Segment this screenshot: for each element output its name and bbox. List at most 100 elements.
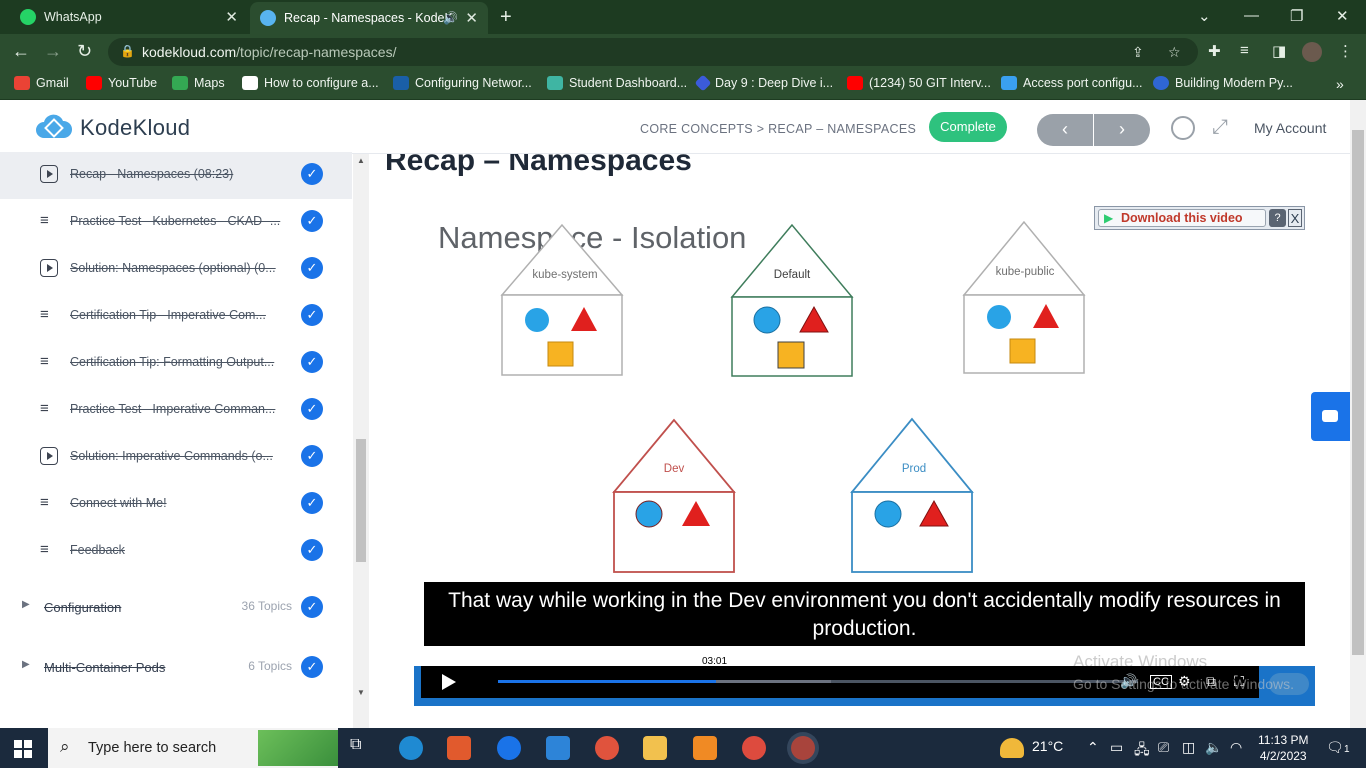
wifi-icon[interactable]: ◠ <box>1230 739 1242 756</box>
lesson-item[interactable]: ≡ Certification Tip: Formatting Output..… <box>0 340 352 387</box>
lesson-item[interactable]: ≡ Feedback ✓ <box>0 528 352 575</box>
minimize-icon[interactable]: — <box>1244 7 1259 24</box>
chrome-active-icon[interactable] <box>791 736 815 760</box>
media-control-icon[interactable]: ≡ <box>1240 42 1249 59</box>
back-icon[interactable]: ← <box>12 41 30 62</box>
close-icon[interactable]: ✕ <box>225 8 238 26</box>
speaker-icon[interactable]: 🔊 <box>443 11 458 25</box>
my-account-link[interactable]: My Account <box>1254 120 1326 136</box>
new-tab-icon[interactable]: + <box>500 6 512 29</box>
bookmark-star-icon[interactable]: ☆ <box>1168 44 1181 61</box>
lesson-item[interactable]: ≡ Practice Test - Kubernetes - CKAD -...… <box>0 199 352 246</box>
section-multi-container-pods[interactable]: ▶ Multi-Container Pods 6 Topics ✓ <box>0 647 352 687</box>
avatar[interactable] <box>1302 42 1322 62</box>
page-scroll-thumb[interactable] <box>1352 130 1364 655</box>
browser-tabbar: WhatsApp ✕ Recap - Namespaces - KodeK 🔊 … <box>0 0 1366 34</box>
bookmark-youtube[interactable]: YouTube <box>86 76 157 90</box>
window-close-icon[interactable]: ✕ <box>1336 7 1349 25</box>
meet-icon[interactable]: ⎚ <box>1158 739 1169 756</box>
close-icon[interactable]: X <box>1288 209 1302 227</box>
completed-check-icon: ✓ <box>301 163 323 185</box>
scroll-down-icon[interactable]: ▼ <box>357 688 365 697</box>
speaker-icon[interactable]: 🔈 <box>1205 739 1222 756</box>
close-icon[interactable]: ✕ <box>465 9 478 27</box>
bookmark-configure[interactable]: How to configure a... <box>242 76 379 90</box>
share-icon[interactable]: ⇪ <box>1132 44 1144 61</box>
kebab-menu-icon[interactable]: ⋮ <box>1338 42 1353 60</box>
edge-icon[interactable] <box>399 736 423 760</box>
progress-bar[interactable] <box>498 680 716 683</box>
expand-arrow-icon[interactable]: ▶ <box>22 599 30 610</box>
bookmark-gmail[interactable]: Gmail <box>14 76 69 90</box>
windows-start-icon[interactable] <box>14 740 32 758</box>
reload-icon[interactable]: ↻ <box>77 41 92 62</box>
app-icon[interactable] <box>595 736 619 760</box>
more-bookmarks-icon[interactable]: » <box>1336 76 1344 92</box>
address-bar[interactable]: 🔒 kodekloud.com/topic/recap-namespaces/ … <box>108 38 1198 66</box>
bookmark-modern-py[interactable]: Building Modern Py... <box>1153 76 1293 90</box>
extensions-icon[interactable]: ✚ <box>1208 42 1221 60</box>
network-icon[interactable]: 🖧 <box>1134 739 1150 763</box>
bookmarks-bar: Gmail YouTube Maps How to configure a...… <box>0 70 1366 100</box>
lesson-item[interactable]: Solution: Imperative Commands (o... ✓ <box>0 434 352 481</box>
temperature[interactable]: 21°C <box>1032 738 1063 754</box>
expand-arrow-icon[interactable]: ▶ <box>22 659 30 670</box>
bookmark-maps[interactable]: Maps <box>172 76 225 90</box>
bookmark-git-interview[interactable]: (1234) 50 GIT Interv... <box>847 76 991 90</box>
tab-kodekloud[interactable]: Recap - Namespaces - KodeK 🔊 ✕ <box>250 2 488 34</box>
video-icon <box>40 447 58 465</box>
lesson-title: Solution: Namespaces (optional) (0... <box>70 261 276 275</box>
tab-title: WhatsApp <box>44 10 102 24</box>
activate-windows-hint: Go to Settings to activate Windows. <box>1073 676 1294 692</box>
download-video-button[interactable]: Download this video <box>1098 209 1266 227</box>
bookmark-networ[interactable]: Configuring Networ... <box>393 76 532 90</box>
camera-icon[interactable]: ◫ <box>1182 739 1195 756</box>
app-icon[interactable] <box>693 736 717 760</box>
app-icon[interactable] <box>497 736 521 760</box>
taskbar-search[interactable]: ⌕ Type here to search <box>48 728 338 768</box>
video-player[interactable]: Namespace - Isolation kube-system Defaul… <box>414 200 1315 706</box>
bookmark-student-dashboard[interactable]: Student Dashboard... <box>547 76 687 90</box>
chevron-down-icon[interactable]: ⌄ <box>1198 7 1211 25</box>
restore-icon[interactable]: ❐ <box>1290 7 1303 25</box>
completed-check-icon: ✓ <box>301 257 323 279</box>
file-explorer-icon[interactable] <box>643 736 667 760</box>
play-button[interactable] <box>421 666 477 698</box>
logo[interactable]: KodeKloud <box>34 114 190 142</box>
store-icon[interactable] <box>447 736 471 760</box>
mail-icon[interactable] <box>546 736 570 760</box>
scroll-up-icon[interactable]: ▲ <box>357 156 365 165</box>
clock[interactable]: 11:13 PM 4/2/2023 <box>1258 732 1308 764</box>
lesson-item[interactable]: ≡ Connect with Me! ✓ <box>0 481 352 528</box>
lesson-item[interactable]: ≡ Certification Tip - Imperative Com... … <box>0 293 352 340</box>
lock-icon[interactable]: 🔒 <box>120 44 135 58</box>
weather-icon[interactable] <box>1000 738 1024 758</box>
complete-button[interactable]: Complete <box>929 112 1007 142</box>
next-lesson-button[interactable]: › <box>1094 114 1150 146</box>
sidebar-scroll-thumb[interactable] <box>356 439 366 562</box>
help-icon[interactable]: ? <box>1269 209 1286 227</box>
battery-icon[interactable]: ▭ <box>1110 739 1123 756</box>
side-panel-icon[interactable]: ◨ <box>1272 42 1286 60</box>
bookmark-day9[interactable]: Day 9 : Deep Dive i... <box>694 74 833 92</box>
tab-whatsapp[interactable]: WhatsApp ✕ <box>8 0 248 34</box>
task-view-icon[interactable]: ⧉ <box>350 736 374 760</box>
breadcrumb[interactable]: CORE CONCEPTS > RECAP – NAMESPACES <box>640 122 916 136</box>
dark-mode-icon[interactable] <box>1171 116 1195 140</box>
lesson-item[interactable]: ≡ Practice Test - Imperative Comman... ✓ <box>0 387 352 434</box>
forward-icon[interactable]: → <box>44 41 62 62</box>
house-label: Default <box>774 269 811 281</box>
lesson-item[interactable]: Solution: Namespaces (optional) (0... ✓ <box>0 246 352 293</box>
lesson-item[interactable]: Recap - Namespaces (08:23) ✓ <box>0 152 352 199</box>
chevron-up-icon[interactable]: ⌃ <box>1087 739 1099 756</box>
previous-lesson-button[interactable]: ‹ <box>1037 114 1093 146</box>
fullscreen-icon[interactable]: ⤢ <box>1212 116 1228 139</box>
section-configuration[interactable]: ▶ Configuration 36 Topics ✓ <box>0 587 352 627</box>
lesson-title: Solution: Imperative Commands (o... <box>70 449 273 463</box>
chat-icon[interactable] <box>1311 392 1350 441</box>
notifications-icon[interactable]: 🗨 <box>1326 739 1344 756</box>
bookmark-access-port[interactable]: Access port configu... <box>1001 76 1143 90</box>
gmail-icon <box>14 76 30 90</box>
topic-count: 36 Topics <box>241 599 292 613</box>
chrome-icon[interactable] <box>742 736 766 760</box>
